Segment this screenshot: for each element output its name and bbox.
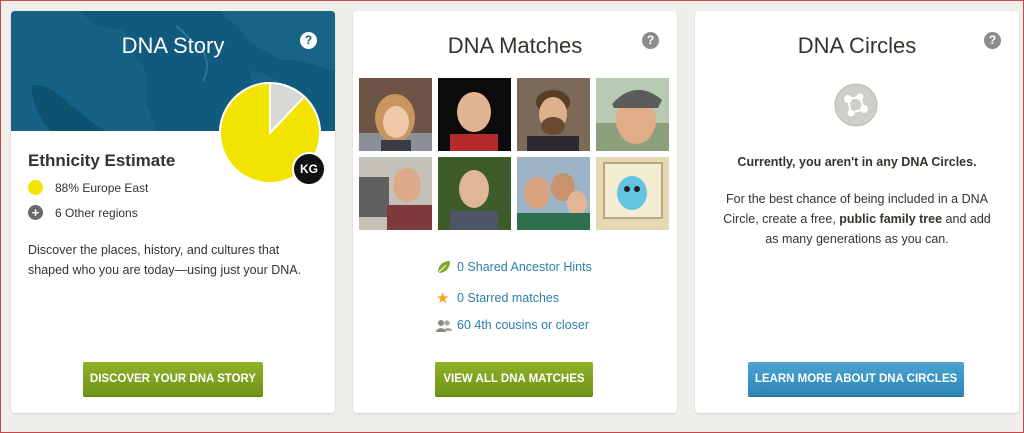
star-icon: ★: [436, 290, 450, 307]
yellow-dot-icon: [28, 180, 43, 195]
starred-matches-link[interactable]: ★ 0 Starred matches: [436, 289, 559, 307]
dna-matches-title: DNA Matches: [447, 33, 583, 58]
shared-ancestor-hints-link[interactable]: 0 Shared Ancestor Hints: [436, 260, 592, 274]
dna-circles-help-icon[interactable]: ?: [984, 32, 1001, 49]
match-photo-man-bald[interactable]: [438, 78, 511, 151]
cousins-label: 60 4th cousins or closer: [457, 318, 590, 332]
dna-story-help-icon[interactable]: ?: [300, 32, 317, 49]
dna-circles-card: DNA Circles ? Currently, you aren't in a…: [695, 11, 1019, 413]
people-icon: [436, 319, 452, 332]
dna-circles-description: For the best chance of being included in…: [717, 189, 997, 249]
ethnicity-region-row[interactable]: 88% Europe East: [28, 180, 148, 195]
dna-circles-network-icon: [834, 83, 878, 127]
dna-matches-card: DNA Matches ? 0 Shared Ancestor Hints ★ …: [353, 11, 677, 413]
dna-matches-help-icon[interactable]: ?: [642, 32, 659, 49]
dna-circles-status: Currently, you aren't in any DNA Circles…: [737, 155, 977, 169]
match-photo-group-selfie[interactable]: [517, 157, 590, 230]
match-photo-man-outdoors[interactable]: [438, 157, 511, 230]
shared-ancestor-hints-label: 0 Shared Ancestor Hints: [457, 260, 592, 274]
user-avatar-initials[interactable]: KG: [292, 152, 326, 186]
dna-story-description: Discover the places, history, and cultur…: [28, 243, 302, 277]
discover-dna-story-button[interactable]: DISCOVER YOUR DNA STORY: [83, 362, 263, 397]
other-regions-row[interactable]: + 6 Other regions: [28, 205, 138, 220]
public-family-tree-text: public family tree: [839, 212, 943, 226]
leaf-icon: [436, 260, 452, 274]
ethnicity-estimate-heading[interactable]: Ethnicity Estimate: [28, 151, 175, 171]
match-photo-grid: [359, 78, 671, 230]
match-photo-man-camera[interactable]: [359, 157, 432, 230]
match-photo-woman-cap[interactable]: [596, 78, 669, 151]
match-photo-cartoon[interactable]: [596, 157, 669, 230]
learn-more-dna-circles-button[interactable]: LEARN MORE ABOUT DNA CIRCLES: [748, 362, 964, 397]
match-photo-man-bearded[interactable]: [517, 78, 590, 151]
other-regions-label: 6 Other regions: [55, 205, 138, 220]
cousins-link[interactable]: 60 4th cousins or closer: [436, 318, 589, 332]
primary-region-label: 88% Europe East: [55, 180, 149, 195]
starred-matches-label: 0 Starred matches: [457, 291, 560, 305]
match-photo-woman-blond[interactable]: [359, 78, 432, 151]
dna-story-title: DNA Story: [121, 33, 225, 58]
plus-circle-icon: +: [28, 205, 43, 220]
dna-circles-title: DNA Circles: [797, 33, 917, 58]
view-all-dna-matches-button[interactable]: VIEW ALL DNA MATCHES: [435, 362, 593, 397]
dna-story-card: DNA Story ? KG Ethnicity Estimate 88% Eu…: [11, 11, 335, 413]
